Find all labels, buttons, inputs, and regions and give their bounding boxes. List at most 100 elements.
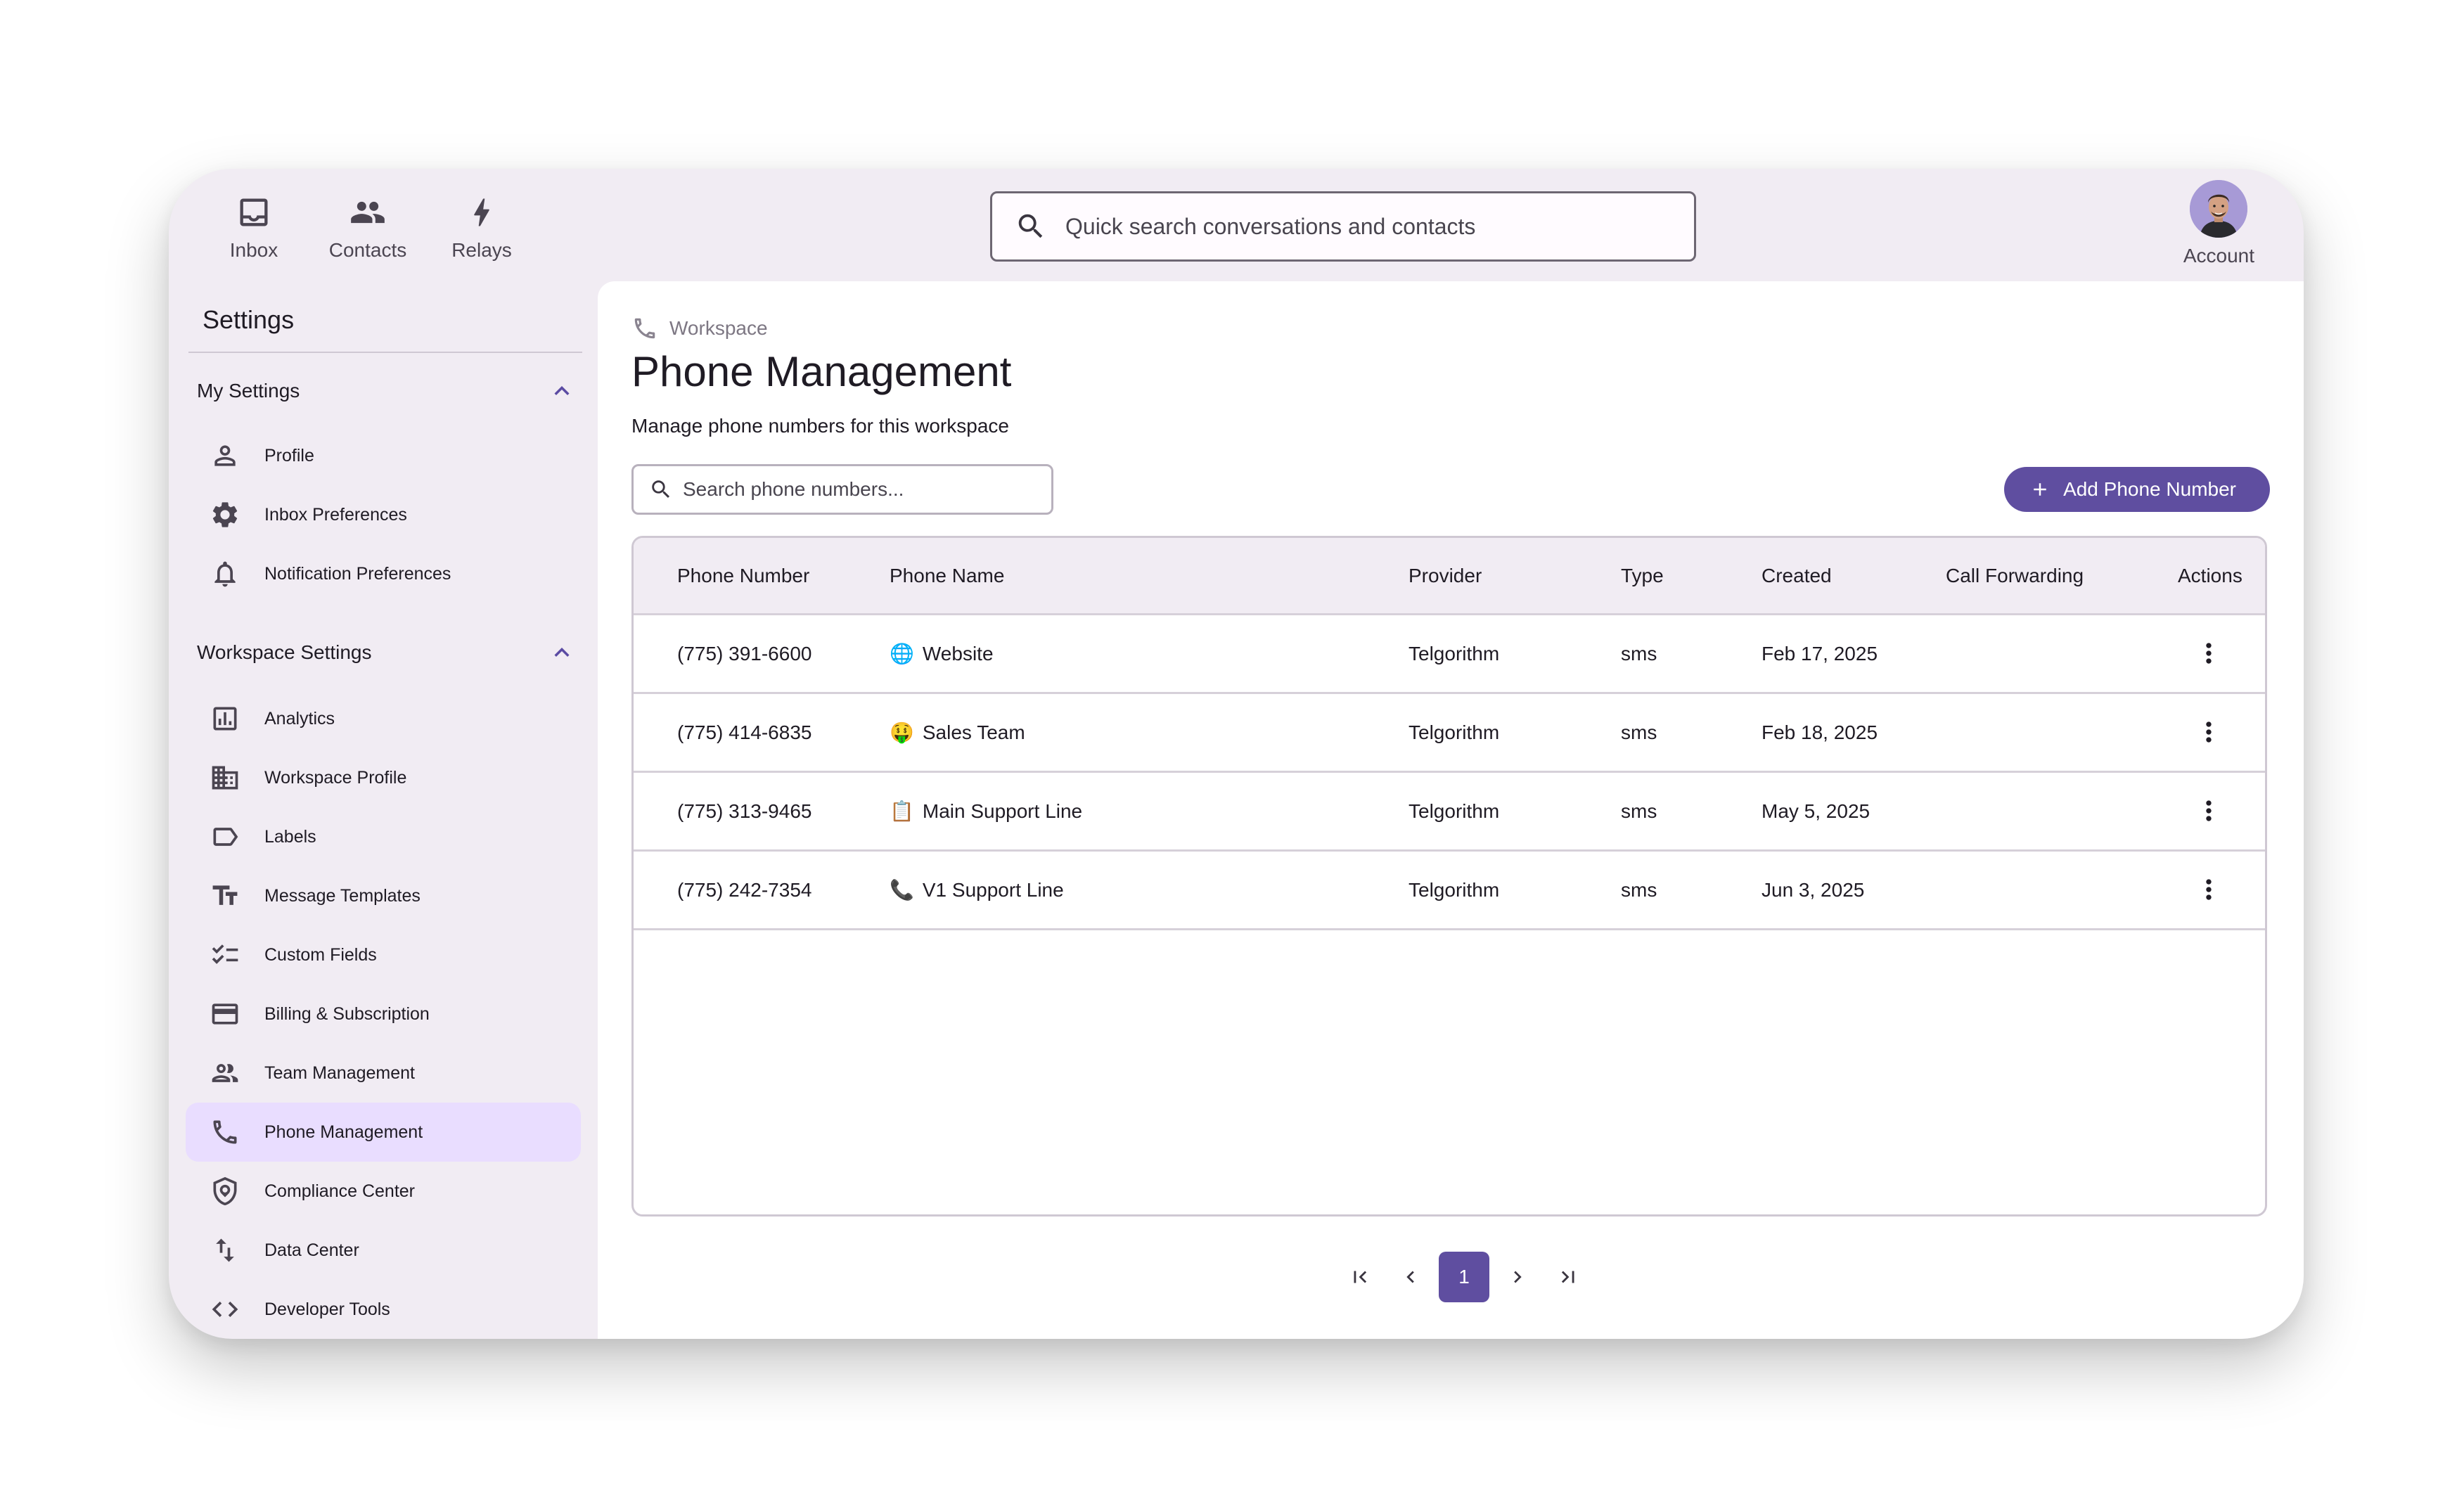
table-row[interactable]: (775) 242-7354 📞 V1 Support Line Telgorit… bbox=[634, 852, 2265, 930]
team-icon bbox=[212, 1064, 238, 1082]
main-content: Workspace Phone Management Manage phone … bbox=[598, 281, 2304, 1339]
created-cell: May 5, 2025 bbox=[1762, 800, 1871, 822]
nav-inbox-label: Inbox bbox=[229, 239, 278, 261]
text-fields-icon bbox=[212, 885, 238, 905]
page-title: Phone Management bbox=[631, 348, 1012, 395]
sidebar-item-label: Inbox Preferences bbox=[264, 504, 407, 525]
column-header-created[interactable]: Created bbox=[1762, 538, 1832, 613]
sidebar-item-inbox-preferences[interactable]: Inbox Preferences bbox=[186, 485, 581, 544]
sidebar-item-label: Phone Management bbox=[264, 1122, 423, 1142]
credit-card-icon bbox=[212, 1003, 238, 1025]
nav-contacts[interactable]: Contacts bbox=[311, 190, 425, 274]
column-header-provider[interactable]: Provider bbox=[1409, 538, 1482, 613]
nav-relays[interactable]: Relays bbox=[425, 190, 539, 274]
phone-search-field[interactable] bbox=[631, 464, 1053, 515]
sidebar-item-compliance-center[interactable]: Compliance Center bbox=[186, 1162, 581, 1221]
column-header-phone-number[interactable]: Phone Number bbox=[677, 538, 809, 613]
last-page-button[interactable] bbox=[1543, 1252, 1593, 1302]
group-header-workspace-settings[interactable]: Workspace Settings bbox=[197, 631, 577, 674]
chevron-up-icon bbox=[554, 386, 570, 395]
column-header-phone-name[interactable]: Phone Name bbox=[890, 538, 1004, 613]
sidebar-item-profile[interactable]: Profile bbox=[186, 426, 581, 485]
sidebar-item-notification-preferences[interactable]: Notification Preferences bbox=[186, 544, 581, 603]
group-header-my-settings[interactable]: My Settings bbox=[197, 370, 577, 412]
phone-name-cell: 📞 V1 Support Line bbox=[890, 852, 1064, 928]
page-number-button[interactable]: 1 bbox=[1439, 1252, 1489, 1302]
more-vertical-icon bbox=[2206, 879, 2212, 900]
next-page-button[interactable] bbox=[1492, 1252, 1543, 1302]
type-cell: sms bbox=[1621, 721, 1657, 743]
checklist-icon bbox=[212, 944, 238, 964]
created-cell: Jun 3, 2025 bbox=[1762, 878, 1865, 901]
sidebar-item-analytics[interactable]: Analytics bbox=[186, 689, 581, 748]
phone-icon bbox=[213, 1120, 237, 1144]
table-row[interactable]: (775) 414-6835 🤑 Sales Team Telgorithm sm… bbox=[634, 694, 2265, 773]
top-nav: Inbox Contacts Relays bbox=[197, 190, 539, 274]
column-header-actions: Actions bbox=[2178, 564, 2242, 586]
sidebar-item-label: Data Center bbox=[264, 1240, 359, 1260]
previous-page-button[interactable] bbox=[1385, 1252, 1436, 1302]
sidebar-item-label: Team Management bbox=[264, 1063, 416, 1083]
sidebar-item-label: Analytics bbox=[264, 708, 335, 728]
table-row[interactable]: (775) 391-6600 🌐 Website Telgorithm sms F… bbox=[634, 615, 2265, 694]
phone-name-text: Main Support Line bbox=[922, 800, 1083, 822]
shield-icon bbox=[213, 1176, 237, 1206]
sidebar-item-billing[interactable]: Billing & Subscription bbox=[186, 984, 581, 1044]
row-actions-button[interactable] bbox=[2193, 638, 2224, 669]
chevron-up-icon bbox=[554, 648, 570, 657]
bell-icon bbox=[214, 561, 236, 587]
created-cell: Feb 17, 2025 bbox=[1762, 642, 1878, 665]
sidebar-item-developer-tools[interactable]: Developer Tools bbox=[186, 1280, 581, 1339]
column-header-type[interactable]: Type bbox=[1621, 538, 1664, 613]
chevron-right-icon bbox=[1514, 1271, 1522, 1283]
row-actions-button[interactable] bbox=[2193, 795, 2224, 826]
sidebar-item-label: Compliance Center bbox=[264, 1181, 415, 1201]
add-phone-number-button[interactable]: Add Phone Number bbox=[2004, 467, 2270, 512]
sidebar-item-custom-fields[interactable]: Custom Fields bbox=[186, 925, 581, 984]
last-page-icon bbox=[1561, 1271, 1574, 1283]
sidebar-item-label: Billing & Subscription bbox=[264, 1003, 430, 1024]
sidebar-item-label: Workspace Profile bbox=[264, 767, 407, 788]
chevron-left-icon bbox=[1406, 1271, 1414, 1283]
nav-inbox[interactable]: Inbox bbox=[197, 190, 311, 274]
quick-search-bar[interactable] bbox=[990, 191, 1696, 262]
plus-icon bbox=[2034, 483, 2046, 496]
building-icon bbox=[212, 766, 238, 790]
table-row[interactable]: (775) 313-9465 📋 Main Support Line Telgor… bbox=[634, 773, 2265, 852]
globe-emoji-icon: 🌐 bbox=[890, 642, 914, 665]
add-phone-number-label: Add Phone Number bbox=[2063, 478, 2236, 500]
sidebar-item-message-templates[interactable]: Message Templates bbox=[186, 866, 581, 925]
created-cell: Feb 18, 2025 bbox=[1762, 721, 1878, 743]
sidebar-item-workspace-profile[interactable]: Workspace Profile bbox=[186, 748, 581, 807]
account-button[interactable]: Account bbox=[2183, 180, 2254, 267]
code-icon bbox=[212, 1302, 238, 1317]
search-icon bbox=[652, 480, 670, 499]
type-cell: sms bbox=[1621, 878, 1657, 901]
lightning-icon bbox=[474, 198, 489, 226]
pagination: 1 bbox=[1335, 1252, 1593, 1302]
phone-number-cell: (775) 414-6835 bbox=[677, 721, 812, 743]
type-cell: sms bbox=[1621, 642, 1657, 665]
phone-name-text: Sales Team bbox=[922, 721, 1025, 743]
phone-search-input[interactable] bbox=[683, 478, 1048, 501]
first-page-button[interactable] bbox=[1335, 1252, 1385, 1302]
type-cell: sms bbox=[1621, 800, 1657, 822]
sidebar-item-data-center[interactable]: Data Center bbox=[186, 1221, 581, 1280]
row-actions-button[interactable] bbox=[2193, 717, 2224, 747]
person-icon bbox=[214, 445, 236, 466]
phone-numbers-table: Phone Number Phone Name Provider Type Cr… bbox=[631, 536, 2267, 1217]
telephone-emoji-icon: 📞 bbox=[890, 878, 914, 901]
inbox-icon bbox=[240, 198, 268, 226]
sidebar-item-phone-management[interactable]: Phone Management bbox=[186, 1103, 581, 1162]
sidebar-item-labels[interactable]: Labels bbox=[186, 807, 581, 866]
phone-name-cell: 🌐 Website bbox=[890, 615, 994, 692]
group-label: Workspace Settings bbox=[197, 641, 372, 663]
sidebar-item-team-management[interactable]: Team Management bbox=[186, 1044, 581, 1103]
quick-search-input[interactable] bbox=[1065, 213, 1670, 240]
more-vertical-icon bbox=[2206, 643, 2212, 664]
column-header-call-forwarding[interactable]: Call Forwarding bbox=[1946, 538, 2084, 613]
row-actions-button[interactable] bbox=[2193, 874, 2224, 905]
provider-cell: Telgorithm bbox=[1409, 642, 1500, 665]
phone-name-text: Website bbox=[922, 642, 994, 665]
breadcrumb-label[interactable]: Workspace bbox=[669, 317, 768, 340]
